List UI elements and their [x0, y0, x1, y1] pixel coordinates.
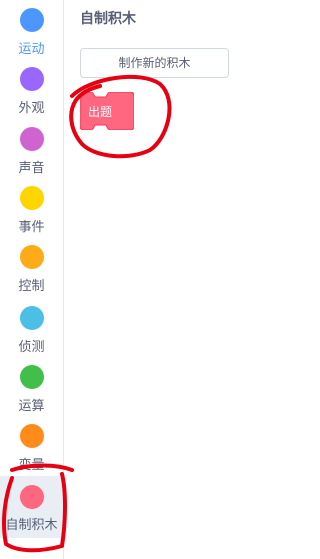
category-label: 变量 [18, 458, 45, 473]
category-sound[interactable]: 声音 [0, 121, 63, 179]
custom-block-label: 出题 [88, 105, 113, 119]
category-control-dot-icon [20, 245, 44, 269]
category-label: 外观 [18, 101, 45, 116]
category-events[interactable]: 事件 [0, 180, 63, 238]
category-sound-dot-icon [20, 127, 44, 151]
category-label: 运算 [18, 399, 45, 414]
category-my-blocks[interactable]: 自制积木 [0, 476, 63, 538]
category-sidebar: 运动 外观 声音 事件 控制 侦测 运算 变量 自制积木 [0, 0, 64, 559]
custom-block[interactable]: 出题 [80, 92, 134, 130]
category-variables-dot-icon [20, 424, 44, 448]
category-events-dot-icon [20, 186, 44, 210]
category-operators-dot-icon [20, 365, 44, 389]
category-label: 侦测 [18, 340, 45, 355]
category-label: 事件 [18, 220, 45, 235]
category-label: 控制 [18, 279, 45, 294]
category-label: 自制积木 [5, 518, 58, 533]
make-a-block-button[interactable]: 制作新的积木 [80, 48, 229, 78]
category-control[interactable]: 控制 [0, 239, 63, 297]
category-operators[interactable]: 运算 [0, 359, 63, 417]
category-sensing[interactable]: 侦测 [0, 300, 63, 358]
category-sensing-dot-icon [20, 306, 44, 330]
block-palette-panel: 运动 外观 声音 事件 控制 侦测 运算 变量 自制积木 自制积木 制作新的积木… [0, 0, 246, 559]
category-looks[interactable]: 外观 [0, 61, 63, 119]
category-label: 声音 [18, 161, 45, 176]
category-my-blocks-dot-icon [20, 485, 44, 509]
category-label: 运动 [18, 42, 45, 57]
category-motion[interactable]: 运动 [0, 2, 63, 60]
category-looks-dot-icon [20, 67, 44, 91]
category-variables[interactable]: 变量 [0, 418, 63, 476]
category-motion-dot-icon [20, 8, 44, 32]
palette-section-title: 自制积木 [80, 11, 136, 27]
